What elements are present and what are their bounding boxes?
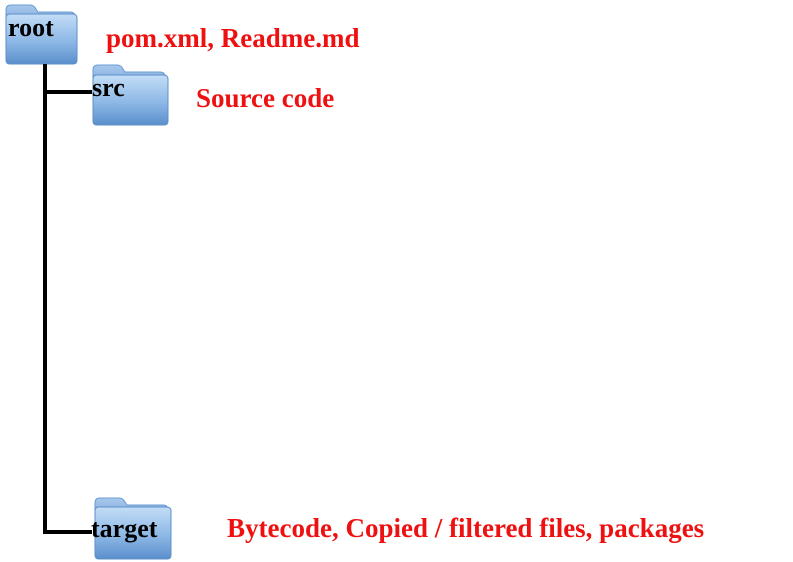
target-folder-label: target bbox=[91, 514, 158, 543]
src-annotation: Source code bbox=[196, 83, 335, 113]
root-folder-label: root bbox=[8, 13, 54, 42]
root-annotation: pom.xml, Readme.md bbox=[106, 23, 360, 53]
target-annotation: Bytecode, Copied / filtered files, packa… bbox=[227, 513, 705, 543]
src-folder-label: src bbox=[92, 73, 125, 102]
